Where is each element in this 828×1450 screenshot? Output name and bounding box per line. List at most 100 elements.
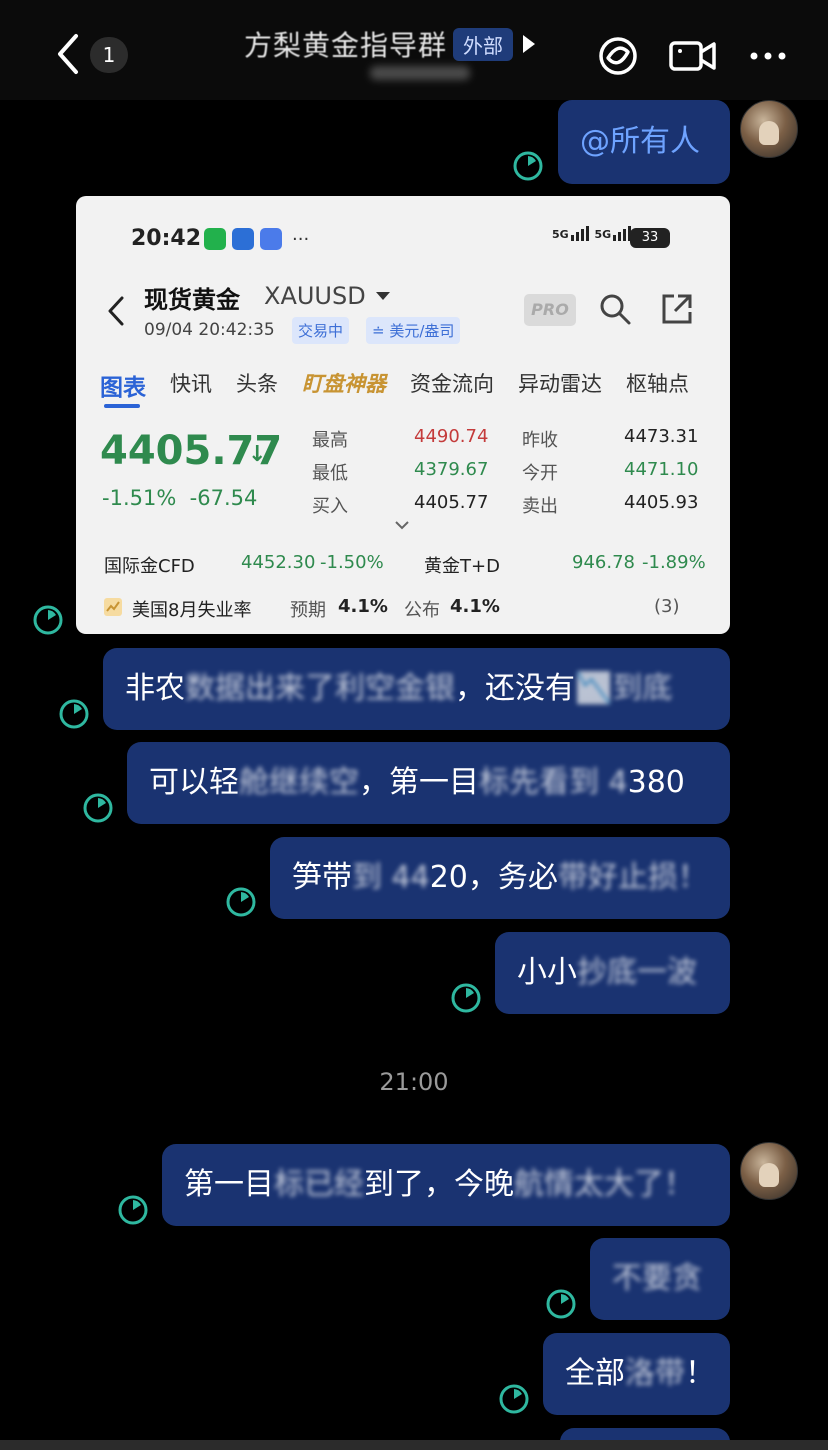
network-type-label: 5G: [552, 228, 569, 241]
wechat-icon: [204, 228, 226, 250]
blurred-text: 洛带: [625, 1356, 685, 1391]
video-call-icon[interactable]: [668, 34, 718, 78]
message-text: 380: [627, 765, 685, 800]
message-text: 全部: [565, 1356, 625, 1391]
event-title: 美国8月失业率: [132, 600, 252, 621]
tab-pivot: 枢轴点: [626, 372, 689, 396]
read-status-icon: [59, 699, 89, 729]
tab-flash: 快讯: [170, 372, 212, 396]
read-status-icon: [83, 793, 113, 823]
play-arrow-icon[interactable]: [523, 35, 536, 53]
message-bubble[interactable]: 可以轻 舱继续空 ，第一目 标先看到 4 380: [127, 742, 730, 824]
message-bubble[interactable]: 非农 数据出来了利空金银 ，还没有 📉 到底: [103, 648, 730, 730]
blurred-text: 不要贪: [612, 1261, 702, 1296]
price-change: -1.51% -67.54: [102, 486, 257, 510]
ask-value: 4405.93: [624, 492, 699, 513]
message-bubble[interactable]: 不要贪: [590, 1238, 730, 1320]
bid-value: 4405.77: [414, 492, 489, 513]
blurred-subtitle: [370, 66, 470, 80]
sender-avatar[interactable]: [740, 100, 798, 158]
unread-badge[interactable]: 1: [90, 37, 128, 73]
message-text: ，第一目: [359, 765, 479, 800]
down-arrow-icon: ↓: [248, 442, 267, 467]
low-label: 最低: [312, 463, 348, 484]
td-change: -1.89%: [642, 552, 706, 573]
message-text: 小小: [517, 955, 577, 990]
tab-headlines: 头条: [236, 372, 278, 396]
message-bubble[interactable]: @所有人: [558, 100, 730, 184]
finance-app-icon: [232, 228, 254, 250]
quote-datetime: 09/04 20:42:35: [144, 320, 275, 340]
search-icon: [600, 294, 631, 325]
chevron-down-icon: [395, 521, 409, 530]
open-value: 4471.10: [624, 459, 699, 480]
bid-label: 买入: [312, 496, 348, 517]
prev-close-label: 昨收: [522, 430, 558, 451]
blurred-text: 数据出来了利空金银: [185, 671, 455, 706]
external-tag: 外部: [453, 27, 514, 61]
read-status-icon: [546, 1289, 576, 1319]
message-bubble[interactable]: 笋带到 44 20 ，务必 带好止损！: [270, 837, 730, 919]
event-count: (3): [654, 596, 680, 617]
status-time: 20:42: [131, 226, 202, 251]
expected-label: 预期: [290, 600, 326, 621]
blurred-text: 航情太大了！: [514, 1167, 694, 1202]
message-bubble[interactable]: 小小 抄底一波: [495, 932, 730, 1014]
td-price: 946.78: [572, 552, 635, 573]
chart-down-emoji: 📉: [575, 671, 613, 706]
message-text: ，务必: [467, 860, 558, 895]
time-separator: 21:00: [379, 1068, 449, 1096]
back-arrow-icon: [108, 296, 124, 326]
read-status-icon: [226, 887, 256, 917]
read-status-icon: [33, 605, 63, 635]
message-text: 笋带: [292, 860, 352, 895]
status-app-icons: ···: [204, 228, 309, 250]
read-status-icon: [118, 1195, 148, 1225]
chat-header: 1 方梨黄金指导群 外部: [0, 0, 828, 100]
message-bubble[interactable]: 全部 洛带！: [543, 1333, 730, 1415]
mention-all[interactable]: @所有人: [580, 127, 700, 157]
network-type-label-2: 5G: [594, 228, 612, 241]
message-text: 到了，今晚: [364, 1167, 514, 1202]
change-percent: -1.51%: [102, 486, 177, 510]
tab-flow: 资金流向: [410, 372, 494, 396]
moments-icon[interactable]: [596, 34, 640, 78]
sender-avatar[interactable]: [740, 1142, 798, 1200]
share-icon: [662, 294, 692, 324]
back-arrow-icon[interactable]: [50, 30, 86, 78]
shared-screenshot[interactable]: 20:42 ··· 5G 5G 33 现货黄金 XAUUSD 09/04 20:…: [76, 196, 730, 634]
signal-bars-icon: [570, 226, 591, 241]
ask-label: 卖出: [522, 496, 558, 517]
blurred-text: 标先看到 4: [479, 765, 628, 800]
change-absolute: -67.54: [189, 486, 258, 510]
high-value: 4490.74: [414, 426, 489, 447]
dropdown-caret-icon: [376, 292, 390, 300]
message-text: 第一目: [184, 1167, 274, 1202]
message-text: 20: [429, 860, 468, 895]
more-notifications-icon: ···: [292, 228, 310, 250]
message-bubble[interactable]: 第一目 标已经 到了，今晚 航情太大了！: [162, 1144, 730, 1226]
app-icon: [260, 228, 282, 250]
cfd-change: -1.50%: [320, 552, 384, 573]
blurred-text: 舱继续空: [239, 765, 359, 800]
chat-screen: 1 方梨黄金指导群 外部 @所有人 20:42 ··· 5G 5G 33 现货黄…: [0, 0, 828, 1450]
blurred-text: 标已经: [274, 1167, 364, 1202]
blurred-text: 带好止损！: [557, 860, 708, 895]
active-tab-indicator: [104, 404, 140, 408]
message-text: ，还没有: [455, 671, 575, 706]
message-text: 非农: [125, 671, 185, 706]
more-options-icon[interactable]: [746, 34, 790, 78]
high-label: 最高: [312, 430, 348, 451]
actual-label: 公布: [404, 600, 440, 621]
open-label: 今开: [522, 463, 558, 484]
event-chart-icon: [104, 598, 122, 616]
pro-badge: PRO: [524, 294, 576, 326]
tab-chart: 图表: [100, 375, 146, 401]
read-status-icon: [451, 983, 481, 1013]
cfd-label: 国际金CFD: [104, 556, 195, 577]
expected-value: 4.1%: [338, 596, 388, 617]
tab-radar: 异动雷达: [518, 372, 602, 396]
chat-title[interactable]: 方梨黄金指导群 外部: [244, 24, 536, 64]
group-name: 方梨黄金指导群: [244, 29, 448, 62]
blurred-text: 抄底一波: [577, 955, 697, 990]
